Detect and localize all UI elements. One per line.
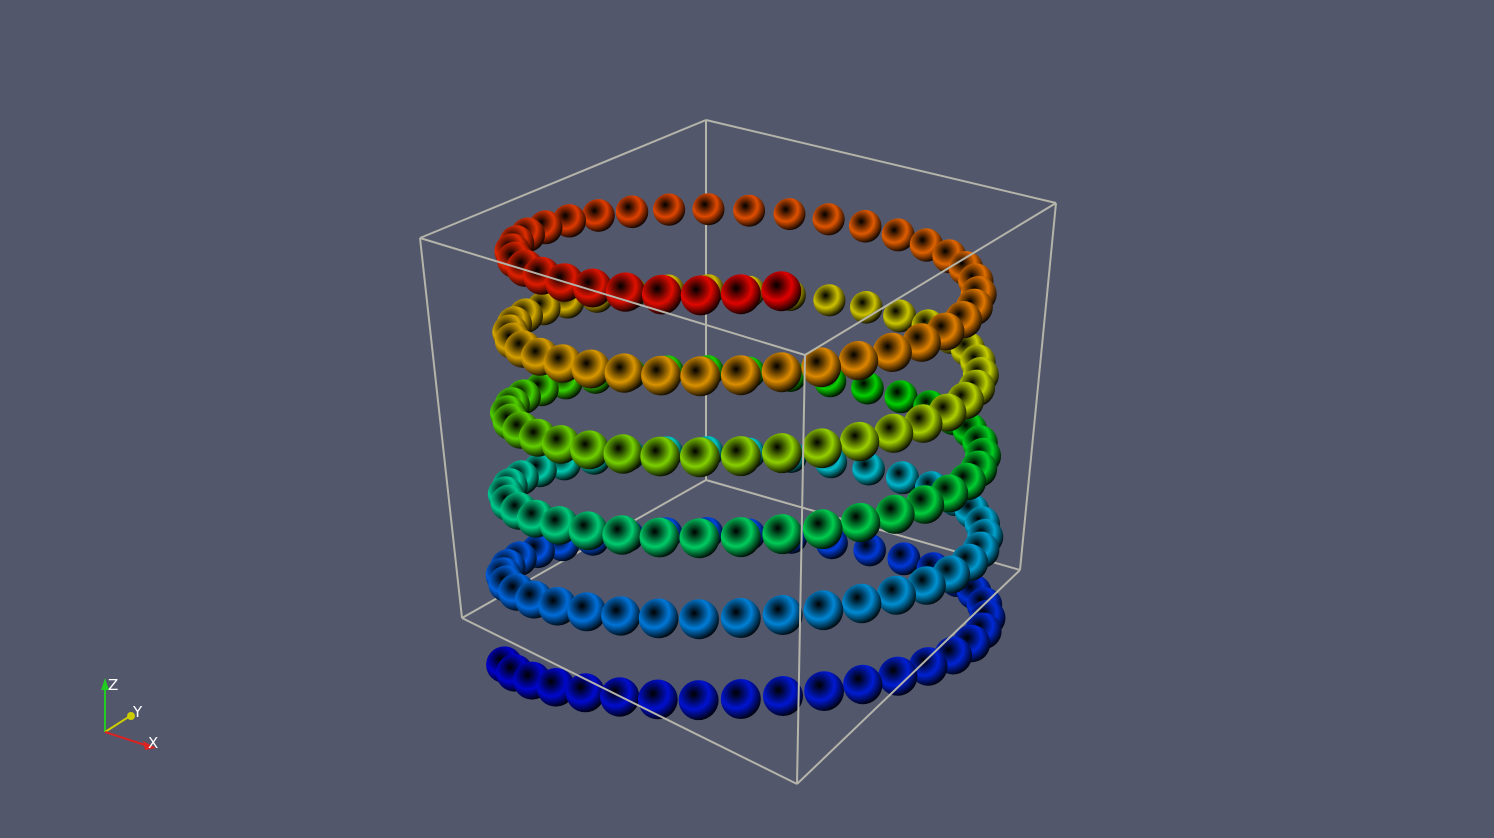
helix-sphere	[762, 595, 803, 635]
helix-sphere	[720, 436, 761, 477]
helix-sphere	[812, 203, 845, 236]
helix-sphere	[803, 590, 844, 631]
helix-sphere	[567, 592, 607, 632]
z-axis-label: Z	[108, 676, 118, 694]
helix-sphere	[881, 218, 915, 252]
helix-sphere	[604, 353, 644, 393]
render-viewport[interactable]: Z Y X	[0, 0, 1494, 838]
helix-sphere	[720, 355, 761, 396]
helix-sphere	[637, 679, 678, 720]
x-axis-label: X	[148, 734, 158, 752]
helix-sphere	[773, 198, 806, 231]
orientation-axes-widget: Z Y X	[101, 676, 158, 752]
helix-sphere	[761, 352, 802, 393]
helix-sphere	[802, 428, 842, 469]
y-axis-label: Y	[132, 703, 143, 721]
helix-sphere	[762, 433, 802, 474]
helix-spheres	[485, 193, 1006, 721]
helix-sphere	[641, 274, 682, 315]
y-axis-line	[104, 715, 131, 733]
helix-sphere	[839, 421, 880, 462]
x-axis-line	[104, 731, 149, 747]
helix-sphere	[763, 676, 803, 716]
helix-sphere	[875, 494, 915, 534]
helix-sphere	[679, 518, 720, 559]
helix-sphere	[640, 436, 681, 477]
helix-sphere	[843, 664, 883, 705]
helix-sphere	[692, 193, 725, 226]
helix-sphere	[848, 210, 882, 243]
helix-sphere	[641, 355, 681, 396]
helix-sphere	[639, 517, 680, 558]
3d-scene[interactable]: Z Y X	[0, 0, 1494, 838]
outline-edge	[1019, 202, 1057, 571]
helix-sphere	[840, 502, 881, 543]
helix-sphere	[568, 511, 608, 551]
helix-sphere	[605, 272, 646, 312]
helix-sphere	[678, 680, 719, 721]
helix-sphere	[733, 194, 766, 227]
helix-sphere	[680, 356, 721, 397]
helix-sphere	[838, 341, 879, 381]
outline-edge	[705, 119, 1057, 204]
helix-sphere	[876, 575, 917, 615]
outline-edge	[419, 237, 463, 619]
helix-sphere	[680, 275, 721, 316]
helix-sphere	[653, 193, 686, 226]
helix-sphere	[571, 349, 611, 389]
helix-sphere	[720, 517, 761, 558]
helix-sphere	[874, 413, 914, 453]
helix-sphere	[720, 598, 761, 638]
helix-sphere	[601, 596, 641, 636]
helix-sphere	[720, 679, 761, 719]
helix-sphere	[872, 332, 912, 372]
helix-sphere	[679, 599, 719, 640]
helix-sphere	[679, 437, 720, 478]
helix-sphere	[813, 284, 846, 317]
helix-sphere	[804, 671, 844, 711]
helix-sphere	[878, 656, 918, 696]
helix-sphere	[762, 514, 803, 555]
helix-sphere	[842, 583, 882, 624]
helix-sphere	[582, 199, 615, 232]
helix-sphere	[761, 271, 802, 312]
helix-sphere	[638, 598, 679, 639]
helix-sphere	[720, 274, 761, 315]
helix-sphere	[802, 509, 843, 550]
helix-sphere	[603, 434, 643, 474]
helix-sphere	[602, 515, 642, 555]
outline-edge	[796, 354, 806, 785]
helix-sphere	[615, 195, 649, 229]
helix-sphere	[570, 430, 610, 470]
